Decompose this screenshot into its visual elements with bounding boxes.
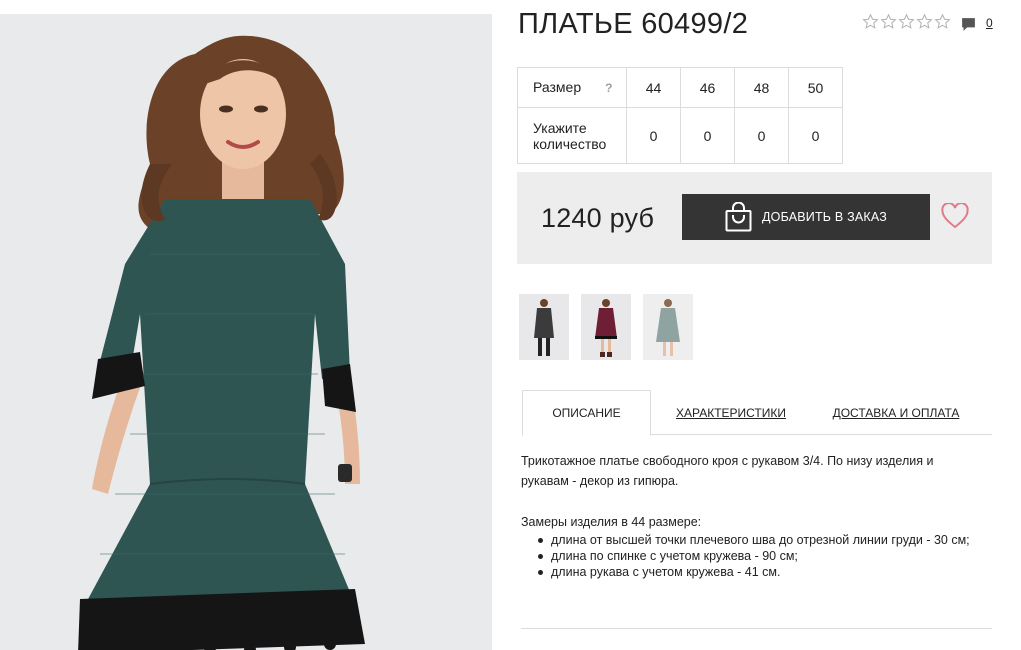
quantity-input-44[interactable]: 0	[626, 107, 681, 164]
star-icon[interactable]	[916, 13, 933, 30]
quantity-label-line1: Укажите	[533, 119, 587, 136]
size-label-cell: Размер?	[517, 67, 627, 108]
comments-count[interactable]: 0	[986, 16, 993, 30]
quantity-input-50[interactable]: 0	[788, 107, 843, 164]
size-label: Размер	[533, 79, 582, 95]
star-icon[interactable]	[880, 13, 897, 30]
size-help-icon[interactable]: ?	[605, 80, 612, 96]
product-description: Трикотажное платье свободного кроя с рук…	[521, 454, 934, 488]
measurements-list: длина от высшей точки плечевого шва до о…	[521, 532, 981, 580]
measurements-title: Замеры изделия в 44 размере:	[521, 515, 702, 529]
size-44: 44	[626, 67, 681, 108]
size-46: 46	[680, 67, 735, 108]
star-icon[interactable]	[934, 13, 951, 30]
list-item: длина от высшей точки плечевого шва до о…	[538, 532, 981, 548]
measurements-section: Замеры изделия в 44 размере: длина от вы…	[521, 515, 981, 580]
product-main-image[interactable]	[0, 14, 492, 650]
star-icon[interactable]	[862, 13, 879, 30]
size-48: 48	[734, 67, 789, 108]
tab-delivery-payment[interactable]: ДОСТАВКА И ОПЛАТА	[831, 390, 961, 435]
comments-link[interactable]: 0	[960, 16, 993, 33]
heart-icon[interactable]	[941, 203, 969, 229]
quantity-label-cell: Укажите количество	[517, 107, 627, 164]
list-item: длина рукава с учетом кружева - 41 см.	[538, 564, 981, 580]
thumbnail-dark[interactable]	[519, 294, 569, 360]
quantity-input-48[interactable]: 0	[734, 107, 789, 164]
size-50: 50	[788, 67, 843, 108]
quantity-input-46[interactable]: 0	[680, 107, 735, 164]
add-to-order-label: ДОБАВИТЬ В ЗАКАЗ	[762, 210, 888, 224]
shopping-bag-icon	[725, 202, 752, 232]
thumbnail-grey[interactable]	[643, 294, 693, 360]
list-item: длина по спинке с учетом кружева - 90 см…	[538, 548, 981, 564]
tab-characteristics[interactable]: ХАРАКТЕРИСТИКИ	[672, 390, 790, 435]
thumbnail-burgundy[interactable]	[581, 294, 631, 360]
speech-bubble-icon	[962, 18, 975, 31]
product-title: ПЛАТЬЕ 60499/2	[518, 8, 749, 40]
price: 1240 руб	[541, 203, 655, 233]
size-quantity-table: Размер? 44 46 48 50 Укажите количество 0 …	[517, 67, 843, 164]
rating-stars[interactable]	[862, 13, 951, 30]
add-to-order-button[interactable]: ДОБАВИТЬ В ЗАКАЗ	[682, 194, 930, 240]
purchase-panel: 1240 руб ДОБАВИТЬ В ЗАКАЗ	[517, 172, 992, 264]
tab-description[interactable]: ОПИСАНИЕ	[522, 390, 651, 436]
star-icon[interactable]	[898, 13, 915, 30]
product-tabs: ОПИСАНИЕ ХАРАКТЕРИСТИКИ ДОСТАВКА И ОПЛАТ…	[522, 390, 992, 436]
divider	[521, 628, 992, 629]
quantity-label-line2: количество	[533, 135, 607, 152]
thumbnail-gallery	[519, 294, 693, 360]
